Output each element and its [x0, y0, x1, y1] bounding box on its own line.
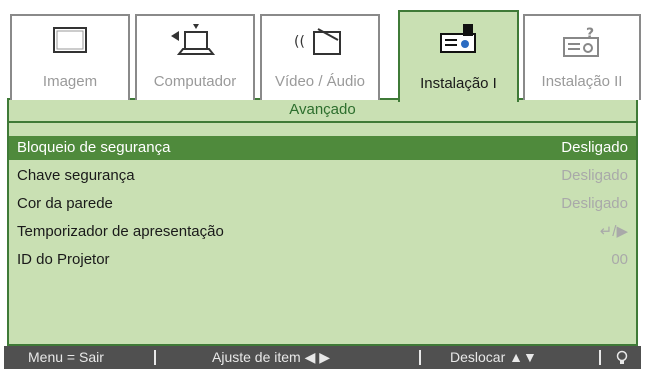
footer-help-bar: Menu = Sair Ajuste de item ◀ ▶ Deslocar …: [4, 346, 641, 369]
tab-video-audio[interactable]: (( Vídeo / Áudio: [260, 14, 380, 100]
item-label: Chave segurança: [17, 167, 135, 184]
tab-instalacao-ii[interactable]: ? Instalação II: [523, 14, 641, 100]
tab-label: Imagem: [42, 73, 98, 90]
section-title: Avançado: [289, 101, 356, 118]
tab-imagem[interactable]: Imagem: [10, 14, 130, 100]
footer-adjust-hint: Ajuste de item ◀ ▶: [212, 349, 331, 365]
projector-settings-icon: ?: [563, 26, 599, 57]
tab-computador[interactable]: Computador: [135, 14, 255, 100]
footer-move-hint: Deslocar ▲▼: [450, 349, 537, 365]
menu-item-cor-parede[interactable]: Cor da parede Desligado: [9, 192, 636, 216]
item-value: 00: [611, 251, 628, 268]
computer-icon: [171, 24, 216, 55]
footer-separator: [154, 350, 156, 365]
tab-instalacao-i[interactable]: Instalação I: [398, 10, 519, 102]
menu-item-id-projetor[interactable]: ID do Projetor 00: [9, 248, 636, 272]
osd-menu: Imagem Computador (( Vídeo / Áudio Insta…: [4, 0, 641, 369]
item-label: Bloqueio de segurança: [17, 139, 171, 156]
footer-separator: [599, 350, 601, 365]
svg-text:((: ((: [294, 34, 305, 50]
item-label: Cor da parede: [17, 195, 113, 212]
item-label: Temporizador de apresentação: [17, 223, 224, 240]
item-value: Desligado: [561, 167, 628, 184]
tab-label: Instalação I: [420, 75, 497, 92]
tab-label: Vídeo / Áudio: [274, 73, 366, 90]
item-value: ↵/▶: [599, 223, 628, 240]
tab-label: Instalação II: [541, 73, 623, 90]
svg-text:?: ?: [586, 26, 594, 42]
menu-item-bloqueio[interactable]: Bloqueio de segurança Desligado: [9, 136, 636, 160]
item-label: ID do Projetor: [17, 251, 110, 268]
menu-item-chave[interactable]: Chave segurança Desligado: [9, 164, 636, 188]
menu-item-temporizador[interactable]: Temporizador de apresentação ↵/▶: [9, 220, 636, 244]
item-value: Desligado: [561, 195, 628, 212]
monitor-icon: [53, 27, 87, 53]
tab-bar: Imagem Computador (( Vídeo / Áudio Insta…: [4, 0, 641, 102]
item-value: Desligado: [561, 139, 628, 156]
lightbulb-icon: [616, 350, 628, 364]
tab-label: Computador: [153, 73, 237, 90]
divider: [9, 121, 636, 123]
footer-menu-hint: Menu = Sair: [28, 349, 104, 365]
video-audio-icon: ((: [294, 28, 341, 55]
footer-separator: [419, 350, 421, 365]
projector-icon: [439, 24, 476, 53]
